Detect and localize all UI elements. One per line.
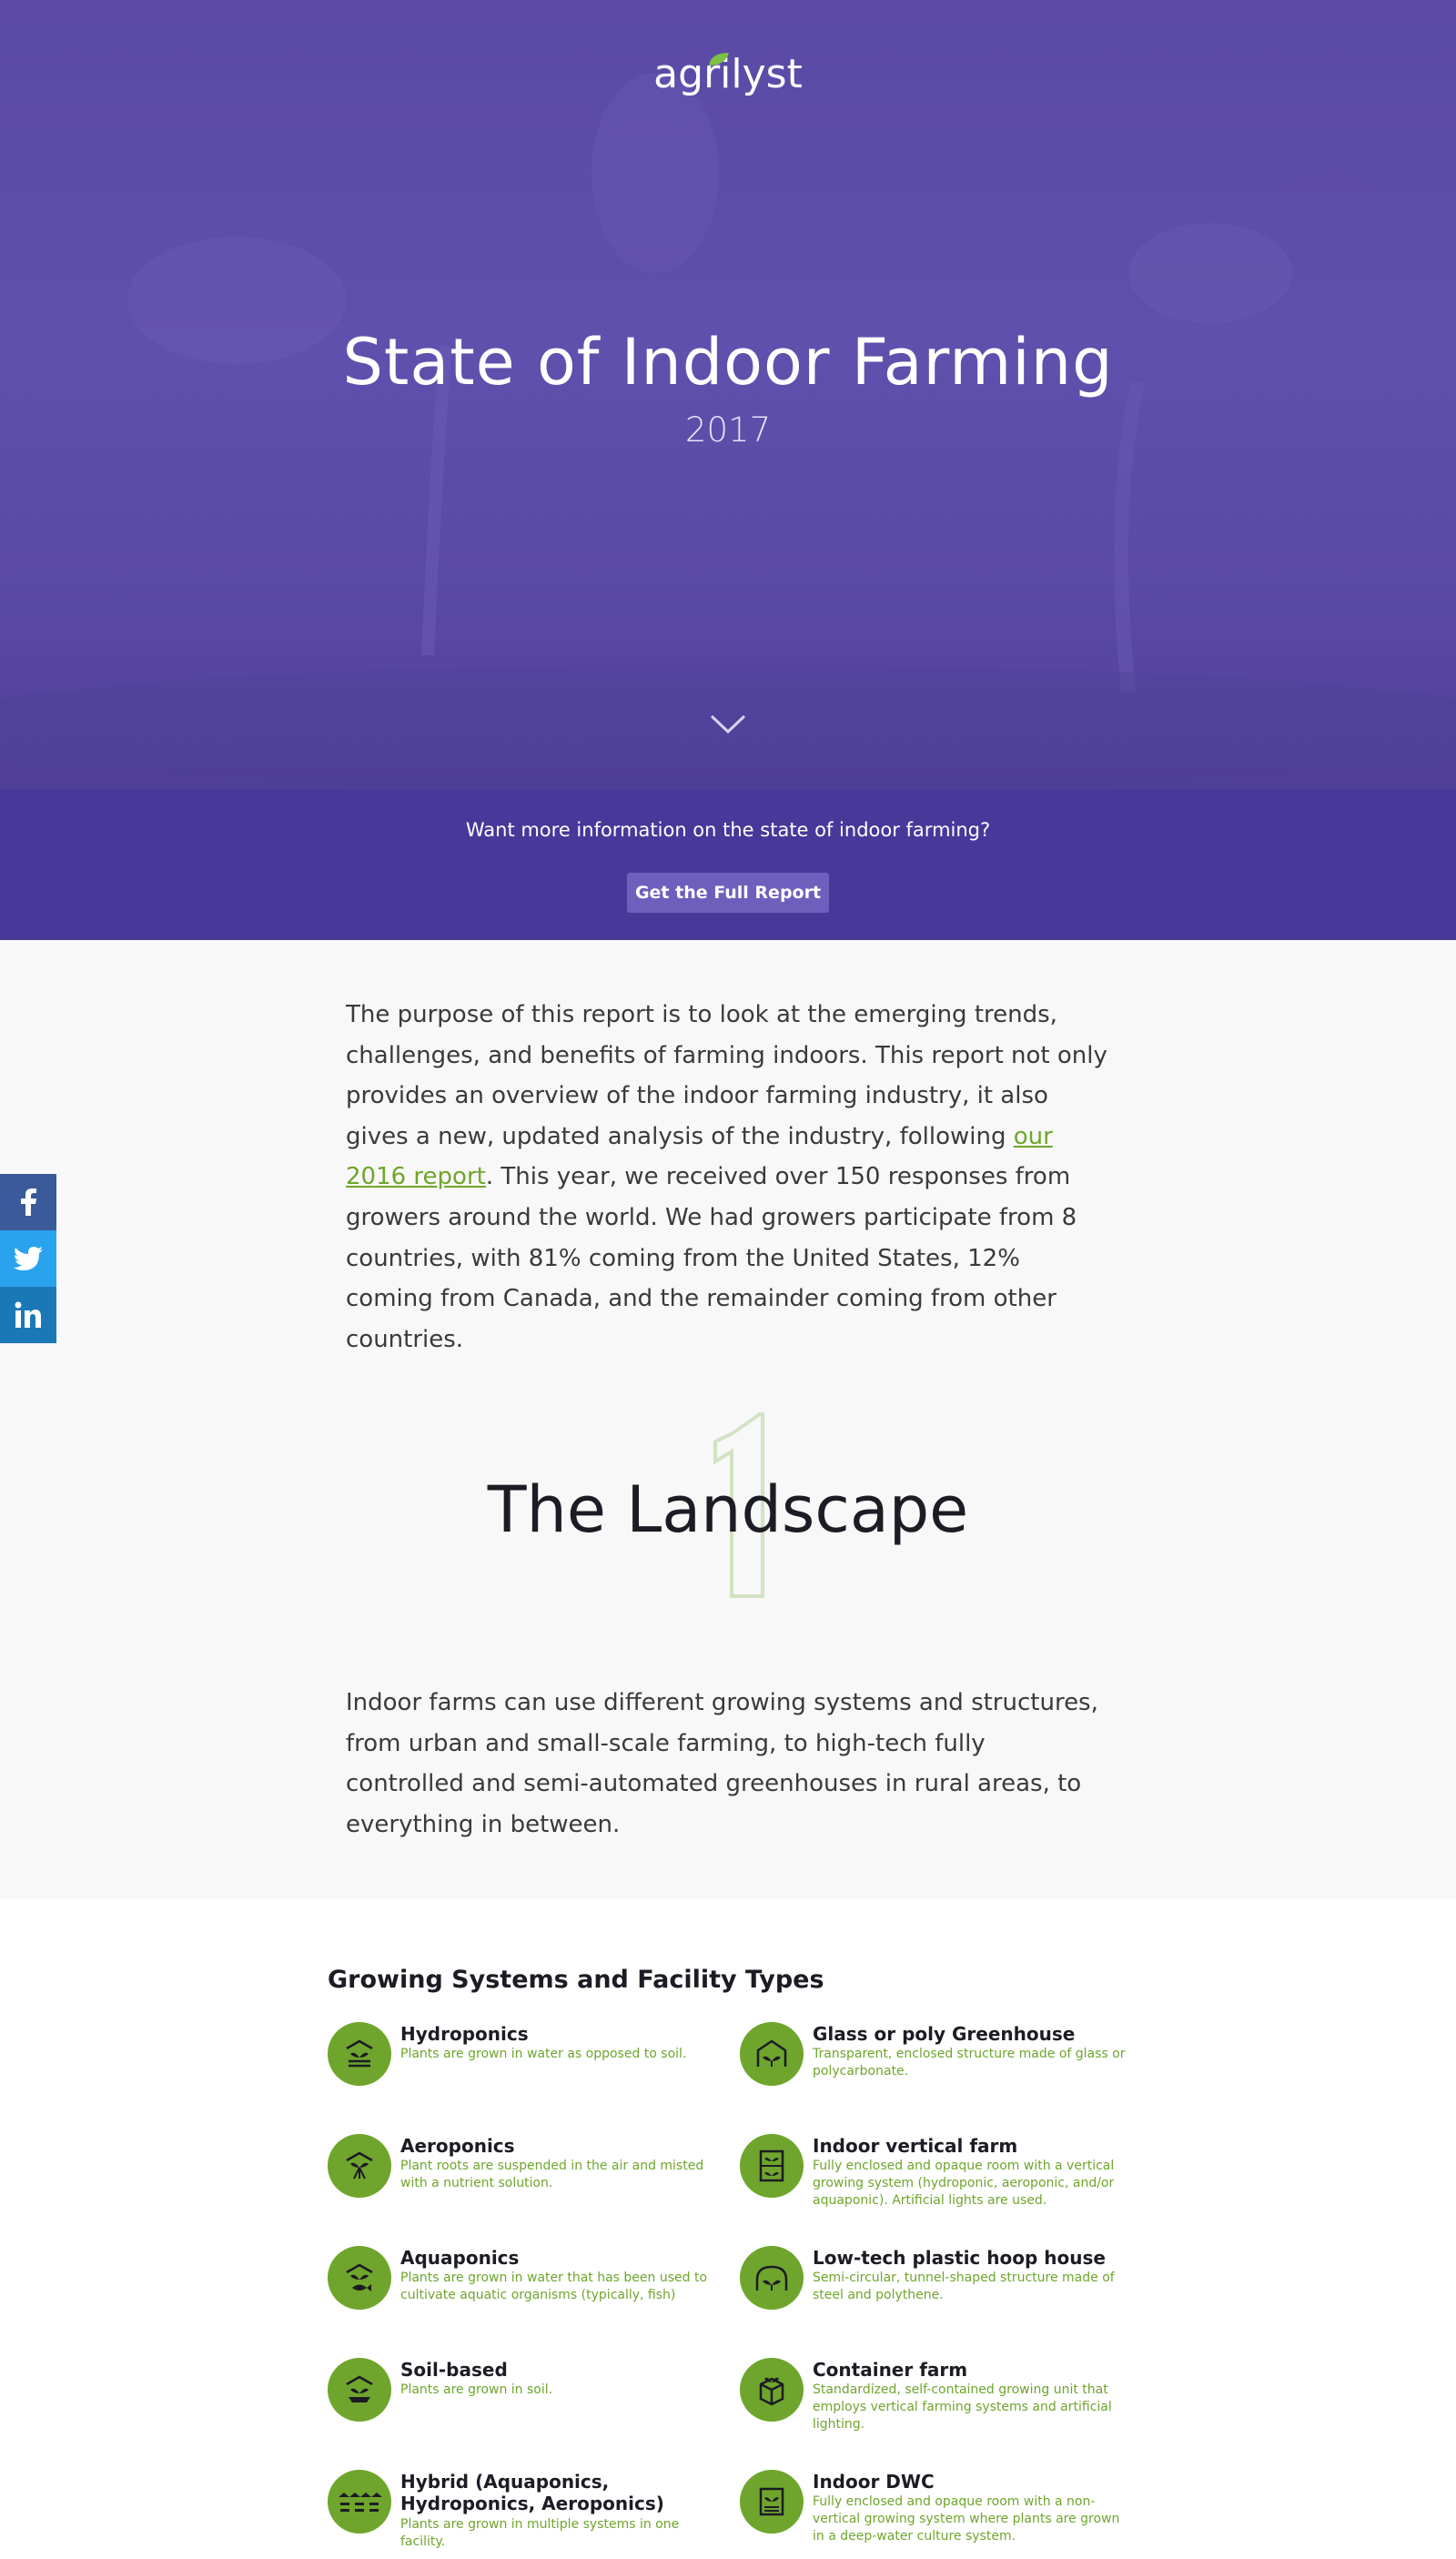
facebook-icon xyxy=(21,1188,36,1216)
system-name: Aeroponics xyxy=(400,2135,515,2157)
container-icon xyxy=(740,2358,804,2422)
cta-text: Want more information on the state of in… xyxy=(465,819,991,841)
system-name: Aquaponics xyxy=(400,2247,520,2269)
aeroponics-icon xyxy=(328,2134,391,2198)
system-name: Soil-based xyxy=(400,2359,508,2381)
system-desc: Plants are grown in water that has been … xyxy=(400,2271,708,2302)
system-desc: Plant roots are suspended in the air and… xyxy=(400,2159,704,2190)
facebook-share-button[interactable] xyxy=(0,1174,56,1230)
system-item-hoop-house: Low-tech plastic hoop house Semi-circula… xyxy=(740,2246,1122,2346)
system-item-soil-based: Soil-based Plants are grown in soil. xyxy=(328,2358,710,2458)
aquaponics-icon xyxy=(328,2246,391,2310)
greenhouse-icon xyxy=(740,2022,804,2086)
get-full-report-button[interactable]: Get the Full Report xyxy=(627,873,829,913)
system-name: Indoor DWC xyxy=(813,2471,935,2493)
hybrid-icon xyxy=(328,2470,391,2534)
linkedin-icon xyxy=(15,1301,41,1328)
page-title: State of Indoor Farming xyxy=(342,325,1114,400)
system-name: Hydroponics xyxy=(400,2023,529,2045)
system-desc: Plants are grown in water as opposed to … xyxy=(400,2047,687,2061)
systems-title: Growing Systems and Facility Types xyxy=(328,1966,824,1994)
system-name: Hybrid (Aquaponics, Hydroponics, Aeropon… xyxy=(400,2471,664,2514)
system-item-aeroponics: Aeroponics Plant roots are suspended in … xyxy=(328,2134,710,2234)
leaf-icon xyxy=(709,53,729,66)
hero-section: agrilyst State of Indoor Farming 2017 xyxy=(0,0,1456,790)
growing-systems-section: Growing Systems and Facility Types Hydro… xyxy=(0,1899,1456,2559)
chevron-down-icon[interactable] xyxy=(710,713,746,735)
twitter-share-button[interactable] xyxy=(0,1230,56,1287)
system-item-aquaponics: Aquaponics Plants are grown in water tha… xyxy=(328,2246,710,2346)
system-item-hybrid: Hybrid (Aquaponics, Hydroponics, Aeropon… xyxy=(328,2470,710,2559)
system-desc: Transparent, enclosed structure made of … xyxy=(813,2047,1126,2079)
system-item-vertical-farm: Indoor vertical farm Fully enclosed and … xyxy=(740,2134,1122,2234)
section-title: The Landscape xyxy=(487,1472,969,1547)
vertical-farm-icon xyxy=(740,2134,804,2198)
system-item-container-farm: Container farm Standardized, self-contai… xyxy=(740,2358,1122,2458)
system-name: Low-tech plastic hoop house xyxy=(813,2247,1106,2269)
system-name: Indoor vertical farm xyxy=(813,2135,1018,2157)
social-share-bar xyxy=(0,1174,56,1343)
system-name: Glass or poly Greenhouse xyxy=(813,2023,1076,2045)
system-desc: Plants are grown in soil. xyxy=(400,2382,553,2397)
system-desc: Standardized, self-contained growing uni… xyxy=(813,2382,1112,2432)
system-item-greenhouse: Glass or poly Greenhouse Transparent, en… xyxy=(740,2022,1125,2122)
linkedin-share-button[interactable] xyxy=(0,1287,56,1343)
twitter-icon xyxy=(14,1247,43,1270)
soil-icon xyxy=(328,2358,391,2422)
hoop-house-icon xyxy=(740,2246,804,2310)
dwc-icon xyxy=(740,2470,804,2534)
landscape-paragraph: Indoor farms can use different growing s… xyxy=(346,1689,1098,1838)
hydroponics-icon xyxy=(328,2022,391,2086)
intro-paragraph: The purpose of this report is to look at… xyxy=(346,1001,1107,1353)
system-item-hydroponics: Hydroponics Plants are grown in water as… xyxy=(328,2022,710,2122)
system-name: Container farm xyxy=(813,2359,968,2381)
system-item-indoor-dwc: Indoor DWC Fully enclosed and opaque roo… xyxy=(740,2470,1122,2559)
report-year: 2017 xyxy=(684,410,772,450)
system-desc: Plants are grown in multiple systems in … xyxy=(400,2517,680,2549)
system-desc: Fully enclosed and opaque room with a ve… xyxy=(813,2159,1115,2208)
cta-bar: Want more information on the state of in… xyxy=(0,790,1456,940)
system-desc: Semi-circular, tunnel-shaped structure m… xyxy=(813,2271,1115,2302)
system-desc: Fully enclosed and opaque room with a no… xyxy=(813,2494,1120,2544)
